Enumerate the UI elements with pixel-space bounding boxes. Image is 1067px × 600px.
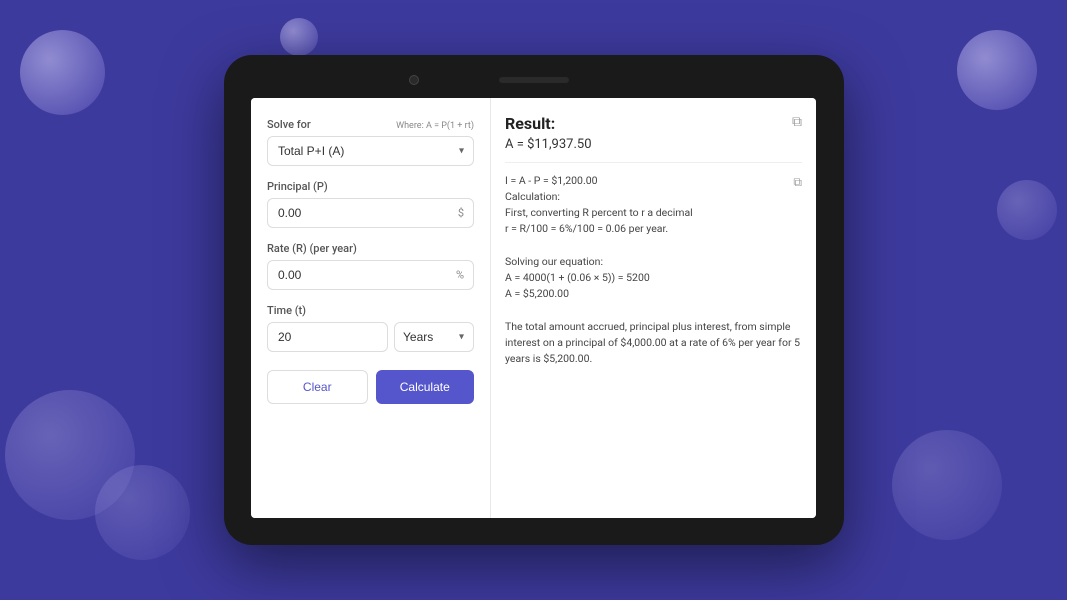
bg-bubble-3 xyxy=(957,30,1037,110)
principal-input[interactable] xyxy=(267,198,474,228)
tablet-speaker xyxy=(499,77,569,83)
detail-line7: A = 4000(1 + (0.06 × 5)) = 5200 xyxy=(505,270,802,286)
rate-input[interactable] xyxy=(267,260,474,290)
detail-line3: First, converting R percent to r a decim… xyxy=(505,205,802,221)
principal-input-wrapper: $ xyxy=(267,198,474,228)
tablet-screen: Solve for Where: A = P(1 + rt) Total P+I… xyxy=(251,98,816,518)
rate-field: Rate (R) (per year) % xyxy=(267,242,474,290)
calculator-panel: Solve for Where: A = P(1 + rt) Total P+I… xyxy=(251,98,491,518)
principal-field: Principal (P) $ xyxy=(267,180,474,228)
principal-suffix: $ xyxy=(458,206,464,219)
detail-line10: The total amount accrued, principal plus… xyxy=(505,319,802,368)
bg-bubble-6 xyxy=(892,430,1002,540)
result-value: A = $11,937.50 xyxy=(505,137,802,152)
buttons-row: Clear Calculate xyxy=(267,370,474,404)
time-unit-select[interactable]: Years Months Days xyxy=(394,322,474,352)
bg-bubble-7 xyxy=(997,180,1057,240)
tablet-camera xyxy=(409,75,419,85)
result-panel: Result: A = $11,937.50 ⧉ ⧉ I = A - P = $… xyxy=(491,98,816,518)
time-field: Time (t) Years Months Days ▾ xyxy=(267,304,474,352)
solve-for-select[interactable]: Total P+I (A) Principal (P) Rate (R) Tim… xyxy=(267,136,474,166)
formula-label: Where: A = P(1 + rt) xyxy=(396,121,474,131)
time-input[interactable] xyxy=(267,322,388,352)
solve-for-field: Solve for Where: A = P(1 + rt) Total P+I… xyxy=(267,118,474,166)
detail-line6: Solving our equation: xyxy=(505,254,802,270)
calculate-button[interactable]: Calculate xyxy=(376,370,475,404)
result-divider xyxy=(505,162,802,163)
time-row: Years Months Days ▾ xyxy=(267,322,474,352)
solve-for-label: Solve for xyxy=(267,118,311,131)
tablet-right-sensor xyxy=(649,75,659,85)
rate-label: Rate (R) (per year) xyxy=(267,242,474,255)
copy-result-icon[interactable]: ⧉ xyxy=(792,114,802,130)
detail-line1: I = A - P = $1,200.00 xyxy=(505,173,802,189)
result-title: Result: xyxy=(505,114,802,133)
bg-bubble-2 xyxy=(280,18,318,56)
detail-line8: A = $5,200.00 xyxy=(505,286,802,302)
result-detail: ⧉ I = A - P = $1,200.00 Calculation: Fir… xyxy=(505,173,802,368)
rate-input-wrapper: % xyxy=(267,260,474,290)
tablet-frame: Solve for Where: A = P(1 + rt) Total P+I… xyxy=(224,55,844,545)
bg-bubble-4 xyxy=(5,390,135,520)
copy-detail-icon[interactable]: ⧉ xyxy=(793,173,802,192)
detail-line2: Calculation: xyxy=(505,189,802,205)
time-label: Time (t) xyxy=(267,304,474,317)
detail-line4: r = R/100 = 6%/100 = 0.06 per year. xyxy=(505,221,802,237)
bg-bubble-1 xyxy=(20,30,105,115)
time-unit-select-wrapper: Years Months Days ▾ xyxy=(394,322,474,352)
rate-suffix: % xyxy=(456,268,464,281)
result-main: Result: A = $11,937.50 ⧉ xyxy=(505,114,802,152)
time-input-wrapper xyxy=(267,322,388,352)
bg-bubble-5 xyxy=(95,465,190,560)
clear-button[interactable]: Clear xyxy=(267,370,368,404)
solve-for-select-wrapper: Total P+I (A) Principal (P) Rate (R) Tim… xyxy=(267,136,474,166)
principal-label: Principal (P) xyxy=(267,180,474,193)
